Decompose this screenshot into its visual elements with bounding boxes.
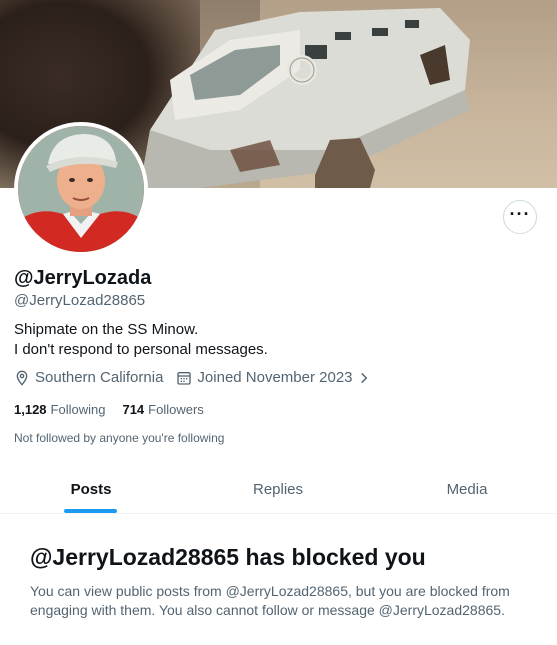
location-text: Southern California: [35, 369, 164, 386]
profile-bio: Shipmate on the SS Minow. I don't respon…: [14, 320, 268, 360]
chevron-right-icon: [360, 372, 367, 383]
calendar-icon: [177, 371, 192, 385]
tab-label: Media: [446, 481, 488, 498]
bio-line: Shipmate on the SS Minow.: [14, 321, 199, 338]
following-count: 1,128: [14, 402, 47, 417]
followers-link[interactable]: 714 Followers: [122, 402, 203, 417]
profile-avatar-image[interactable]: [14, 122, 148, 256]
tab-media[interactable]: Media: [376, 466, 557, 513]
joined-text: Joined November 2023: [197, 369, 353, 386]
more-options-button[interactable]: ···: [503, 200, 537, 234]
location-item: Southern California: [14, 369, 163, 386]
follow-stats: 1,128 Following 714 Followers: [14, 402, 204, 417]
blocked-title: @JerryLozad28865 has blocked you: [30, 544, 426, 570]
followers-label: Followers: [148, 402, 204, 417]
followers-count: 714: [122, 402, 145, 417]
profile-meta: Southern California Joined November 2023: [14, 369, 371, 386]
profile-tabs: Posts Replies Media: [0, 466, 557, 514]
active-tab-indicator: [64, 509, 117, 513]
tab-posts[interactable]: Posts: [0, 466, 182, 513]
location-pin-icon: [16, 370, 28, 386]
blocked-message: You can view public posts from @JerryLoz…: [30, 583, 510, 618]
avatar-portrait-icon: [18, 126, 144, 252]
tab-replies[interactable]: Replies: [187, 466, 369, 513]
joined-item[interactable]: Joined November 2023: [176, 369, 370, 386]
handle: @JerryLozad28865: [14, 292, 146, 309]
tab-label: Posts: [70, 481, 112, 498]
display-name: @JerryLozada: [14, 267, 152, 289]
tab-label: Replies: [252, 481, 304, 498]
bio-line: I don't respond to personal messages.: [14, 341, 268, 358]
more-dots-icon: ···: [509, 204, 531, 224]
following-link[interactable]: 1,128 Following: [14, 402, 105, 417]
not-followed-note: Not followed by anyone you're following: [14, 431, 225, 445]
following-label: Following: [50, 402, 106, 417]
